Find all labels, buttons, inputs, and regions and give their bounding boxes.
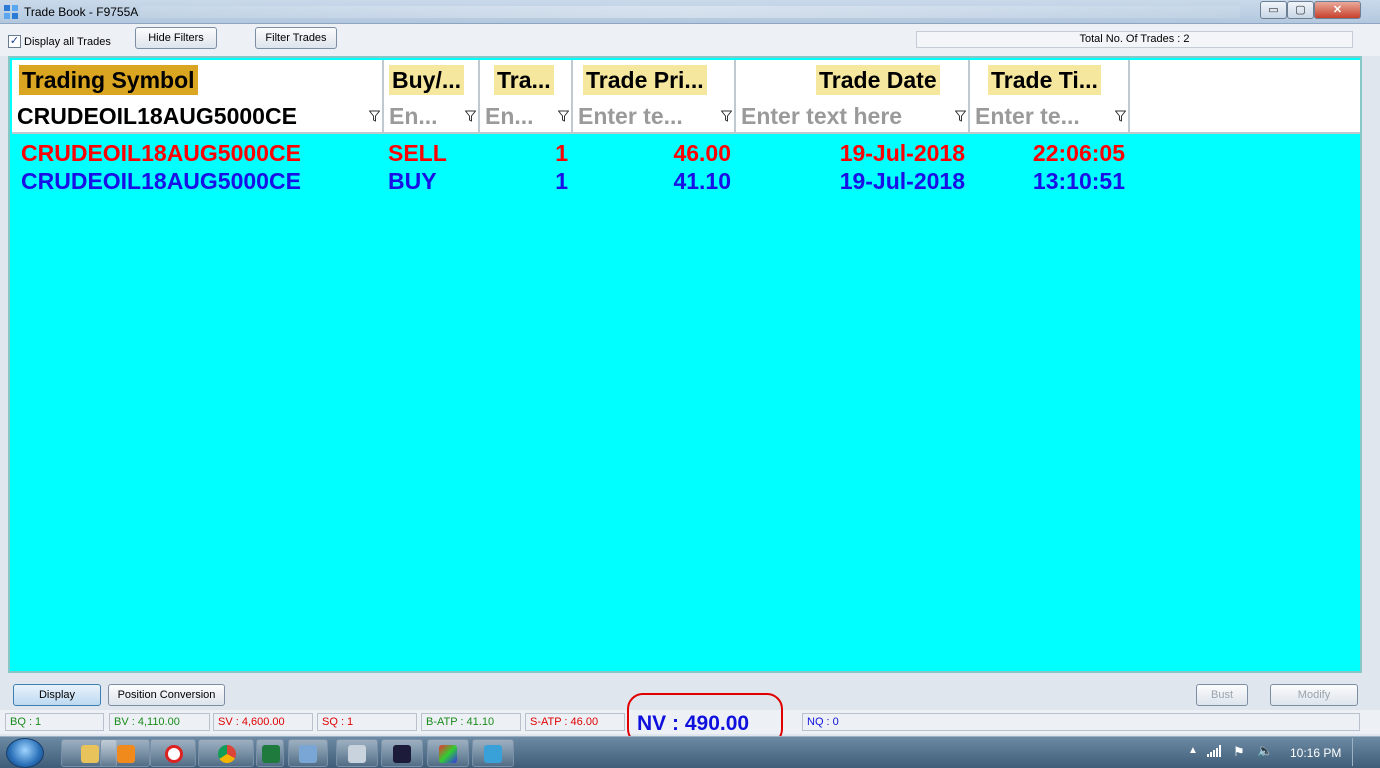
grid-filter-row: CRUDEOIL18AUG5000CE En... En... Enter te… (12, 98, 1360, 134)
taskbar (0, 736, 1380, 768)
filter-funnel-icon[interactable] (465, 110, 476, 122)
status-buy-atp: B-ATP : 41.10 (421, 713, 521, 731)
taskbar-clock[interactable]: 10:16 PM (1290, 746, 1341, 760)
total-trades-count: Total No. Of Trades : 2 (916, 31, 1353, 48)
filter-cell-trading-symbol[interactable]: CRUDEOIL18AUG5000CE (12, 98, 384, 134)
filter-trades-button[interactable]: Filter Trades (255, 27, 337, 49)
taskbar-lifebuoy-icon[interactable] (150, 739, 196, 767)
maximize-button[interactable]: ▢ (1287, 1, 1314, 19)
cell-trade-time: 13:10:51 (1032, 168, 1125, 194)
status-sell-qty: SQ : 1 (317, 713, 417, 731)
modify-button[interactable]: Modify (1270, 684, 1358, 706)
column-header-trade-qty[interactable]: Tra... (480, 60, 573, 98)
cell-trading-symbol: CRUDEOIL18AUG5000CE (21, 140, 301, 166)
taskbar-chrome-icon[interactable] (198, 739, 254, 767)
title-bar: Trade Book - F9755A ▭ ▢ ✕ (0, 0, 1380, 24)
window-title: Trade Book - F9755A (24, 5, 139, 19)
filter-funnel-icon[interactable] (369, 110, 380, 122)
minimize-button[interactable]: ▭ (1260, 1, 1287, 19)
column-header-trade-time[interactable]: Trade Ti... (970, 60, 1130, 98)
bust-button[interactable]: Bust (1196, 684, 1248, 706)
hide-filters-button[interactable]: Hide Filters (135, 27, 217, 49)
title-bar-obscured-area (140, 6, 1240, 18)
column-header-trade-date[interactable]: Trade Date (736, 60, 970, 98)
close-button[interactable]: ✕ (1314, 1, 1361, 19)
network-signal-icon[interactable] (1207, 745, 1223, 757)
column-header-buy-sell[interactable]: Buy/... (384, 60, 480, 98)
filter-cell-buy-sell[interactable]: En... (384, 98, 480, 134)
taskbar-excel-icon[interactable] (256, 739, 284, 767)
taskbar-window-app-icon[interactable] (288, 739, 328, 767)
trade-row[interactable]: CRUDEOIL18AUG5000CE BUY 1 41.10 19-Jul-2… (12, 167, 1360, 195)
filter-funnel-icon[interactable] (955, 110, 966, 122)
display-all-trades-checkbox[interactable]: ✓ (8, 35, 21, 48)
tray-expand-icon[interactable]: ▲ (1188, 745, 1198, 756)
status-buy-value: BV : 4,110.00 (109, 713, 210, 731)
taskbar-prism-app-icon[interactable] (427, 739, 469, 767)
column-header-trading-symbol[interactable]: Trading Symbol (12, 60, 384, 98)
filter-funnel-icon[interactable] (558, 110, 569, 122)
filter-cell-trade-qty[interactable]: En... (480, 98, 573, 134)
filter-cell-trade-price[interactable]: Enter te... (573, 98, 736, 134)
cell-buy-sell: BUY (388, 168, 437, 194)
filter-funnel-icon[interactable] (1115, 110, 1126, 122)
position-conversion-button[interactable]: Position Conversion (108, 684, 225, 706)
column-header-trade-price[interactable]: Trade Pri... (573, 60, 736, 98)
trade-grid[interactable]: Trading Symbol Buy/... Tra... Trade Pri.… (8, 56, 1362, 673)
cell-trade-time: 22:06:05 (1032, 140, 1125, 166)
cell-trade-date: 19-Jul-2018 (839, 168, 965, 194)
status-net-qty: NQ : 0 (802, 713, 1360, 731)
taskbar-network-app-icon[interactable] (472, 739, 514, 767)
action-center-flag-icon[interactable]: ⚑ (1233, 744, 1245, 760)
taskbar-chart-app-icon[interactable] (381, 739, 423, 767)
filter-cell-trade-time[interactable]: Enter te... (970, 98, 1130, 134)
show-desktop-button[interactable] (1352, 738, 1364, 766)
display-all-trades-label: Display all Trades (24, 36, 111, 48)
cell-trade-price: 46.00 (673, 140, 731, 166)
cell-trade-qty: 1 (555, 168, 568, 194)
cell-trade-price: 41.10 (673, 168, 731, 194)
status-buy-qty: BQ : 1 (5, 713, 104, 731)
windows-start-icon[interactable] (6, 738, 44, 768)
volume-icon[interactable]: 🔈 (1257, 743, 1273, 759)
app-icon (4, 5, 18, 19)
status-sell-atp: S-ATP : 46.00 (525, 713, 625, 731)
display-button[interactable]: Display (13, 684, 101, 706)
grid-header-row: Trading Symbol Buy/... Tra... Trade Pri.… (12, 60, 1360, 98)
cell-trade-date: 19-Jul-2018 (839, 140, 965, 166)
cell-buy-sell: SELL (388, 140, 447, 166)
filter-funnel-icon[interactable] (721, 110, 732, 122)
cell-trading-symbol: CRUDEOIL18AUG5000CE (21, 168, 301, 194)
status-sell-value: SV : 4,600.00 (213, 713, 313, 731)
taskbar-calculator-icon[interactable] (336, 739, 378, 767)
trade-row[interactable]: CRUDEOIL18AUG5000CE SELL 1 46.00 19-Jul-… (12, 139, 1360, 167)
cell-trade-qty: 1 (555, 140, 568, 166)
filter-cell-trade-date[interactable]: Enter text here (736, 98, 970, 134)
taskbar-media-player-icon[interactable] (100, 739, 150, 767)
